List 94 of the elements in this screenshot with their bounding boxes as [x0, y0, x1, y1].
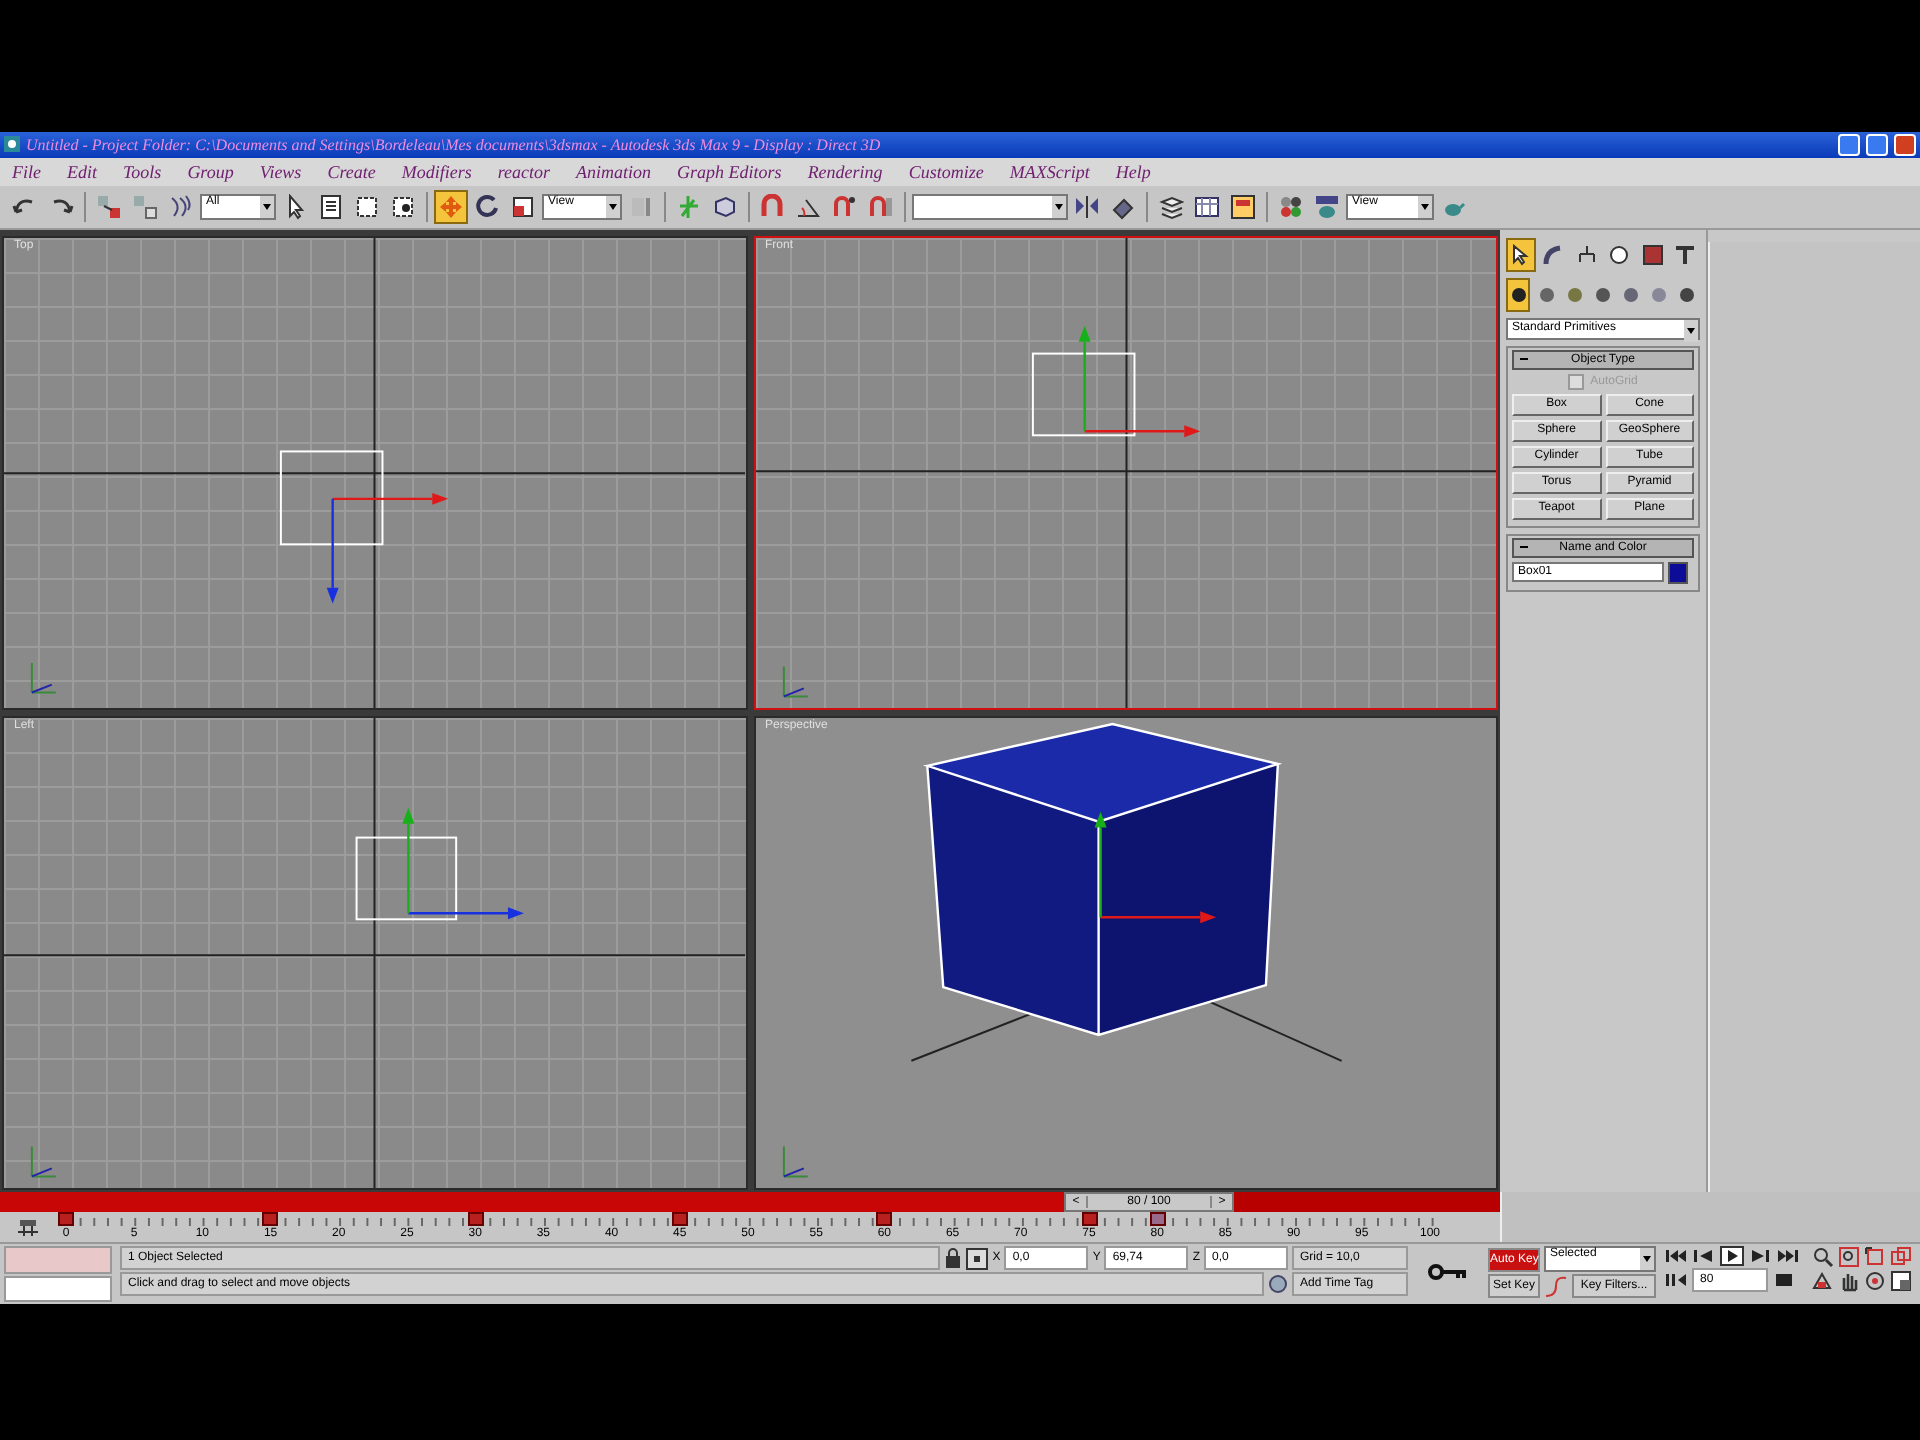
field-of-view-icon[interactable]	[1812, 1270, 1834, 1293]
menu-item[interactable]: Animation	[576, 161, 652, 182]
menu-item[interactable]: Create	[327, 161, 376, 182]
transform-gizmo	[326, 492, 449, 604]
window-title: Untitled - Project Folder: C:\Documents and Settings\Bordeleau\Mes documents\3dsmax - Autodesk 3ds Max 9 - Display : Direct 3D	[26, 135, 883, 154]
key-icon[interactable]	[1428, 1262, 1468, 1283]
key-marker[interactable]	[1081, 1212, 1097, 1227]
restore-button[interactable]	[1866, 133, 1888, 156]
mirror-icon	[1074, 193, 1100, 220]
axis-tripod-icon	[30, 1145, 57, 1178]
go-to-end-icon[interactable]	[1776, 1246, 1800, 1267]
window-crossing-icon	[390, 193, 416, 220]
key-mode-icon[interactable]	[1664, 1270, 1688, 1291]
create-tab[interactable]	[1506, 237, 1535, 272]
lock-icon[interactable]	[944, 1248, 963, 1269]
menu-item[interactable]: Graph Editors	[677, 161, 782, 182]
key-marker[interactable]	[876, 1212, 893, 1227]
cube-icon	[712, 193, 738, 220]
move-icon	[438, 193, 464, 220]
transform-gizmo	[402, 807, 524, 920]
bend-icon	[1542, 243, 1565, 266]
zoom-extents-icon[interactable]	[1864, 1246, 1886, 1269]
pivot-icon	[628, 193, 654, 220]
manipulate-icon	[676, 193, 702, 220]
menu-item[interactable]: File	[12, 161, 41, 182]
hierarchy-icon	[1575, 243, 1598, 266]
pan-icon[interactable]	[1838, 1270, 1860, 1293]
listener-field[interactable]	[4, 1275, 112, 1302]
zoom-icon[interactable]	[1812, 1246, 1834, 1269]
absolute-mode-icon[interactable]	[966, 1247, 989, 1270]
previous-frame-icon[interactable]	[1692, 1246, 1716, 1267]
menu-item[interactable]: Edit	[67, 161, 97, 182]
axis-tripod-icon	[781, 1145, 808, 1178]
menu-item[interactable]: MAXScript	[1009, 161, 1090, 182]
maximize-viewport-icon[interactable]	[1890, 1270, 1912, 1293]
menu-item[interactable]: Modifiers	[401, 161, 472, 182]
menu-item[interactable]: Customize	[908, 161, 984, 182]
schem-button[interactable]	[1226, 189, 1260, 224]
sphere-icon	[1509, 285, 1528, 304]
app-icon	[4, 136, 20, 153]
close-button[interactable]	[1894, 133, 1916, 156]
curve-editor-icon	[1194, 193, 1220, 220]
rotate-icon	[474, 193, 500, 220]
spinner-snap-icon	[868, 193, 894, 220]
magnet-icon	[760, 193, 786, 220]
zoom-all-icon[interactable]	[1838, 1246, 1860, 1269]
cursor-icon	[1509, 243, 1532, 266]
dropdown[interactable]	[912, 193, 1068, 220]
key-marker[interactable]	[467, 1212, 484, 1227]
tangent-icon[interactable]	[1544, 1275, 1568, 1298]
material-icon	[1278, 193, 1304, 220]
box-outline	[1030, 352, 1135, 436]
box-outline	[279, 450, 384, 545]
geometry-button[interactable]	[1506, 277, 1531, 312]
time-tag-icon[interactable]	[1268, 1274, 1288, 1295]
display-icon	[1641, 243, 1664, 266]
orbit-icon[interactable]	[1864, 1270, 1886, 1293]
axis-tripod-icon	[781, 665, 808, 698]
color-swatch[interactable]	[1668, 561, 1688, 584]
transform-gizmo	[1093, 811, 1216, 924]
link-icon	[96, 193, 122, 220]
minimize-button[interactable]	[1838, 133, 1860, 156]
listener-field[interactable]	[4, 1246, 112, 1274]
scale-icon	[510, 193, 536, 220]
track-bar-icon[interactable]	[16, 1217, 40, 1238]
move-button[interactable]	[434, 189, 468, 224]
key-marker[interactable]	[671, 1212, 688, 1227]
align-icon	[1110, 193, 1136, 220]
current-frame-marker[interactable]	[1149, 1212, 1166, 1227]
axis-tripod-icon	[30, 661, 57, 694]
percent-snap-icon	[832, 193, 858, 220]
menu-item[interactable]: Tools	[123, 161, 162, 182]
hammer-icon	[1674, 243, 1697, 266]
key-marker[interactable]	[262, 1212, 279, 1227]
unlink-icon	[132, 193, 158, 220]
menu-item[interactable]: reactor	[497, 161, 551, 182]
rectangle-selection-icon	[354, 193, 380, 220]
go-to-start-icon[interactable]	[1664, 1246, 1688, 1267]
bind-icon	[168, 193, 194, 220]
time-configuration-icon[interactable]	[1772, 1270, 1796, 1291]
menu-item[interactable]: Views	[259, 161, 302, 182]
menu-item[interactable]: Group	[187, 161, 234, 182]
transform-gizmo	[1077, 325, 1200, 437]
layers-icon	[1158, 193, 1184, 220]
motion-icon	[1608, 243, 1631, 266]
play-icon[interactable]	[1720, 1246, 1744, 1267]
menu-item[interactable]: Help	[1115, 161, 1151, 182]
select-by-name-icon	[318, 193, 344, 220]
key-marker[interactable]	[58, 1212, 74, 1227]
box-outline	[355, 836, 458, 921]
teapot-icon	[1314, 193, 1340, 220]
schematic-icon	[1230, 193, 1256, 220]
next-frame-icon[interactable]	[1748, 1246, 1772, 1267]
menu-item[interactable]: Rendering	[807, 161, 883, 182]
